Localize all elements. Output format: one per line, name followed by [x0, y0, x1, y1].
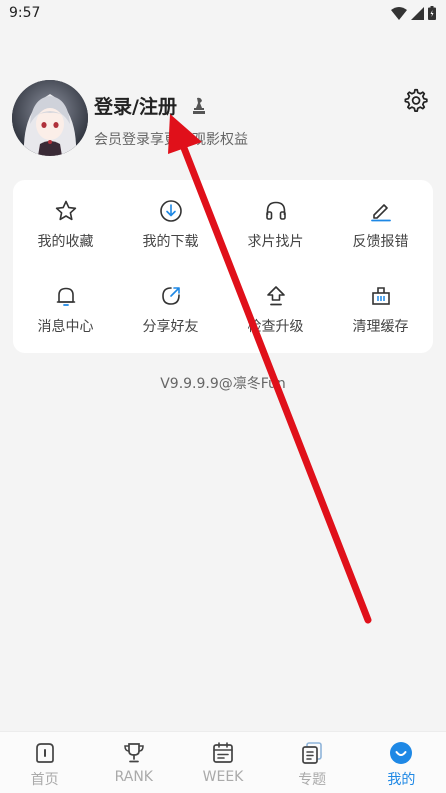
trophy-icon	[124, 743, 144, 763]
menu-item-label: 清理缓存	[352, 319, 409, 336]
bottom-tab-bar: 首页 RANK WEEK 专题 我的	[0, 731, 446, 793]
menu-item-label: 反馈报错	[352, 233, 409, 250]
tab-label: 我的	[387, 772, 416, 788]
calendar-icon	[213, 742, 233, 763]
status-time: 9:57	[9, 5, 41, 21]
tab-label: RANK	[114, 769, 153, 785]
gear-icon[interactable]	[402, 87, 428, 113]
avatar[interactable]	[12, 80, 88, 156]
battery-icon	[428, 6, 436, 20]
tab-week[interactable]: WEEK	[178, 732, 267, 793]
tab-rank[interactable]: RANK	[89, 732, 178, 793]
menu-item-messages[interactable]: 消息中心	[13, 268, 118, 354]
profile-header[interactable]: 登录/注册 会员登录享更多观影权益	[12, 80, 432, 156]
menu-card: 我的收藏 我的下载 求片找片 反馈报错 消息中心 分享好友 检查升级 清理缓存	[13, 180, 433, 353]
version-text: V9.9.9.9@凛冬Fun	[160, 376, 286, 392]
tab-label: 专题	[298, 772, 327, 788]
download-icon	[159, 199, 182, 222]
tab-label: WEEK	[202, 769, 244, 785]
topics-icon	[302, 742, 322, 764]
chess-badge-icon	[193, 97, 205, 114]
trash-icon	[371, 287, 390, 306]
menu-item-request[interactable]: 求片找片	[223, 182, 328, 268]
member-subtitle: 会员登录享更多观影权益	[94, 132, 248, 148]
menu-item-label: 求片找片	[247, 233, 304, 250]
headphones-icon	[265, 201, 286, 220]
share-icon	[161, 287, 180, 306]
menu-item-label: 分享好友	[142, 319, 199, 336]
menu-item-clear-cache[interactable]: 清理缓存	[328, 268, 433, 354]
menu-item-feedback[interactable]: 反馈报错	[328, 182, 433, 268]
tab-home[interactable]: 首页	[0, 732, 89, 793]
signal-icon	[411, 6, 424, 20]
tab-label: 首页	[30, 772, 59, 788]
menu-item-share[interactable]: 分享好友	[118, 268, 223, 354]
status-icons	[391, 6, 436, 20]
menu-item-label: 检查升级	[247, 319, 304, 336]
menu-item-favorites[interactable]: 我的收藏	[13, 182, 118, 268]
status-bar: 9:57	[0, 0, 446, 26]
menu-item-upgrade[interactable]: 检查升级	[223, 268, 328, 354]
star-icon	[55, 200, 76, 220]
upgrade-icon	[266, 286, 285, 306]
menu-item-label: 消息中心	[37, 319, 94, 336]
home-icon	[35, 743, 54, 763]
tab-profile[interactable]: 我的	[357, 732, 446, 793]
menu-item-label: 我的下载	[142, 233, 199, 250]
menu-item-label: 我的收藏	[37, 233, 94, 250]
profile-icon	[390, 742, 413, 764]
menu-item-downloads[interactable]: 我的下载	[118, 182, 223, 268]
edit-icon	[370, 203, 391, 222]
login-register-link[interactable]: 登录/注册	[94, 92, 177, 119]
tab-topics[interactable]: 专题	[268, 732, 357, 793]
bell-icon	[56, 287, 75, 307]
wifi-icon	[391, 6, 407, 20]
